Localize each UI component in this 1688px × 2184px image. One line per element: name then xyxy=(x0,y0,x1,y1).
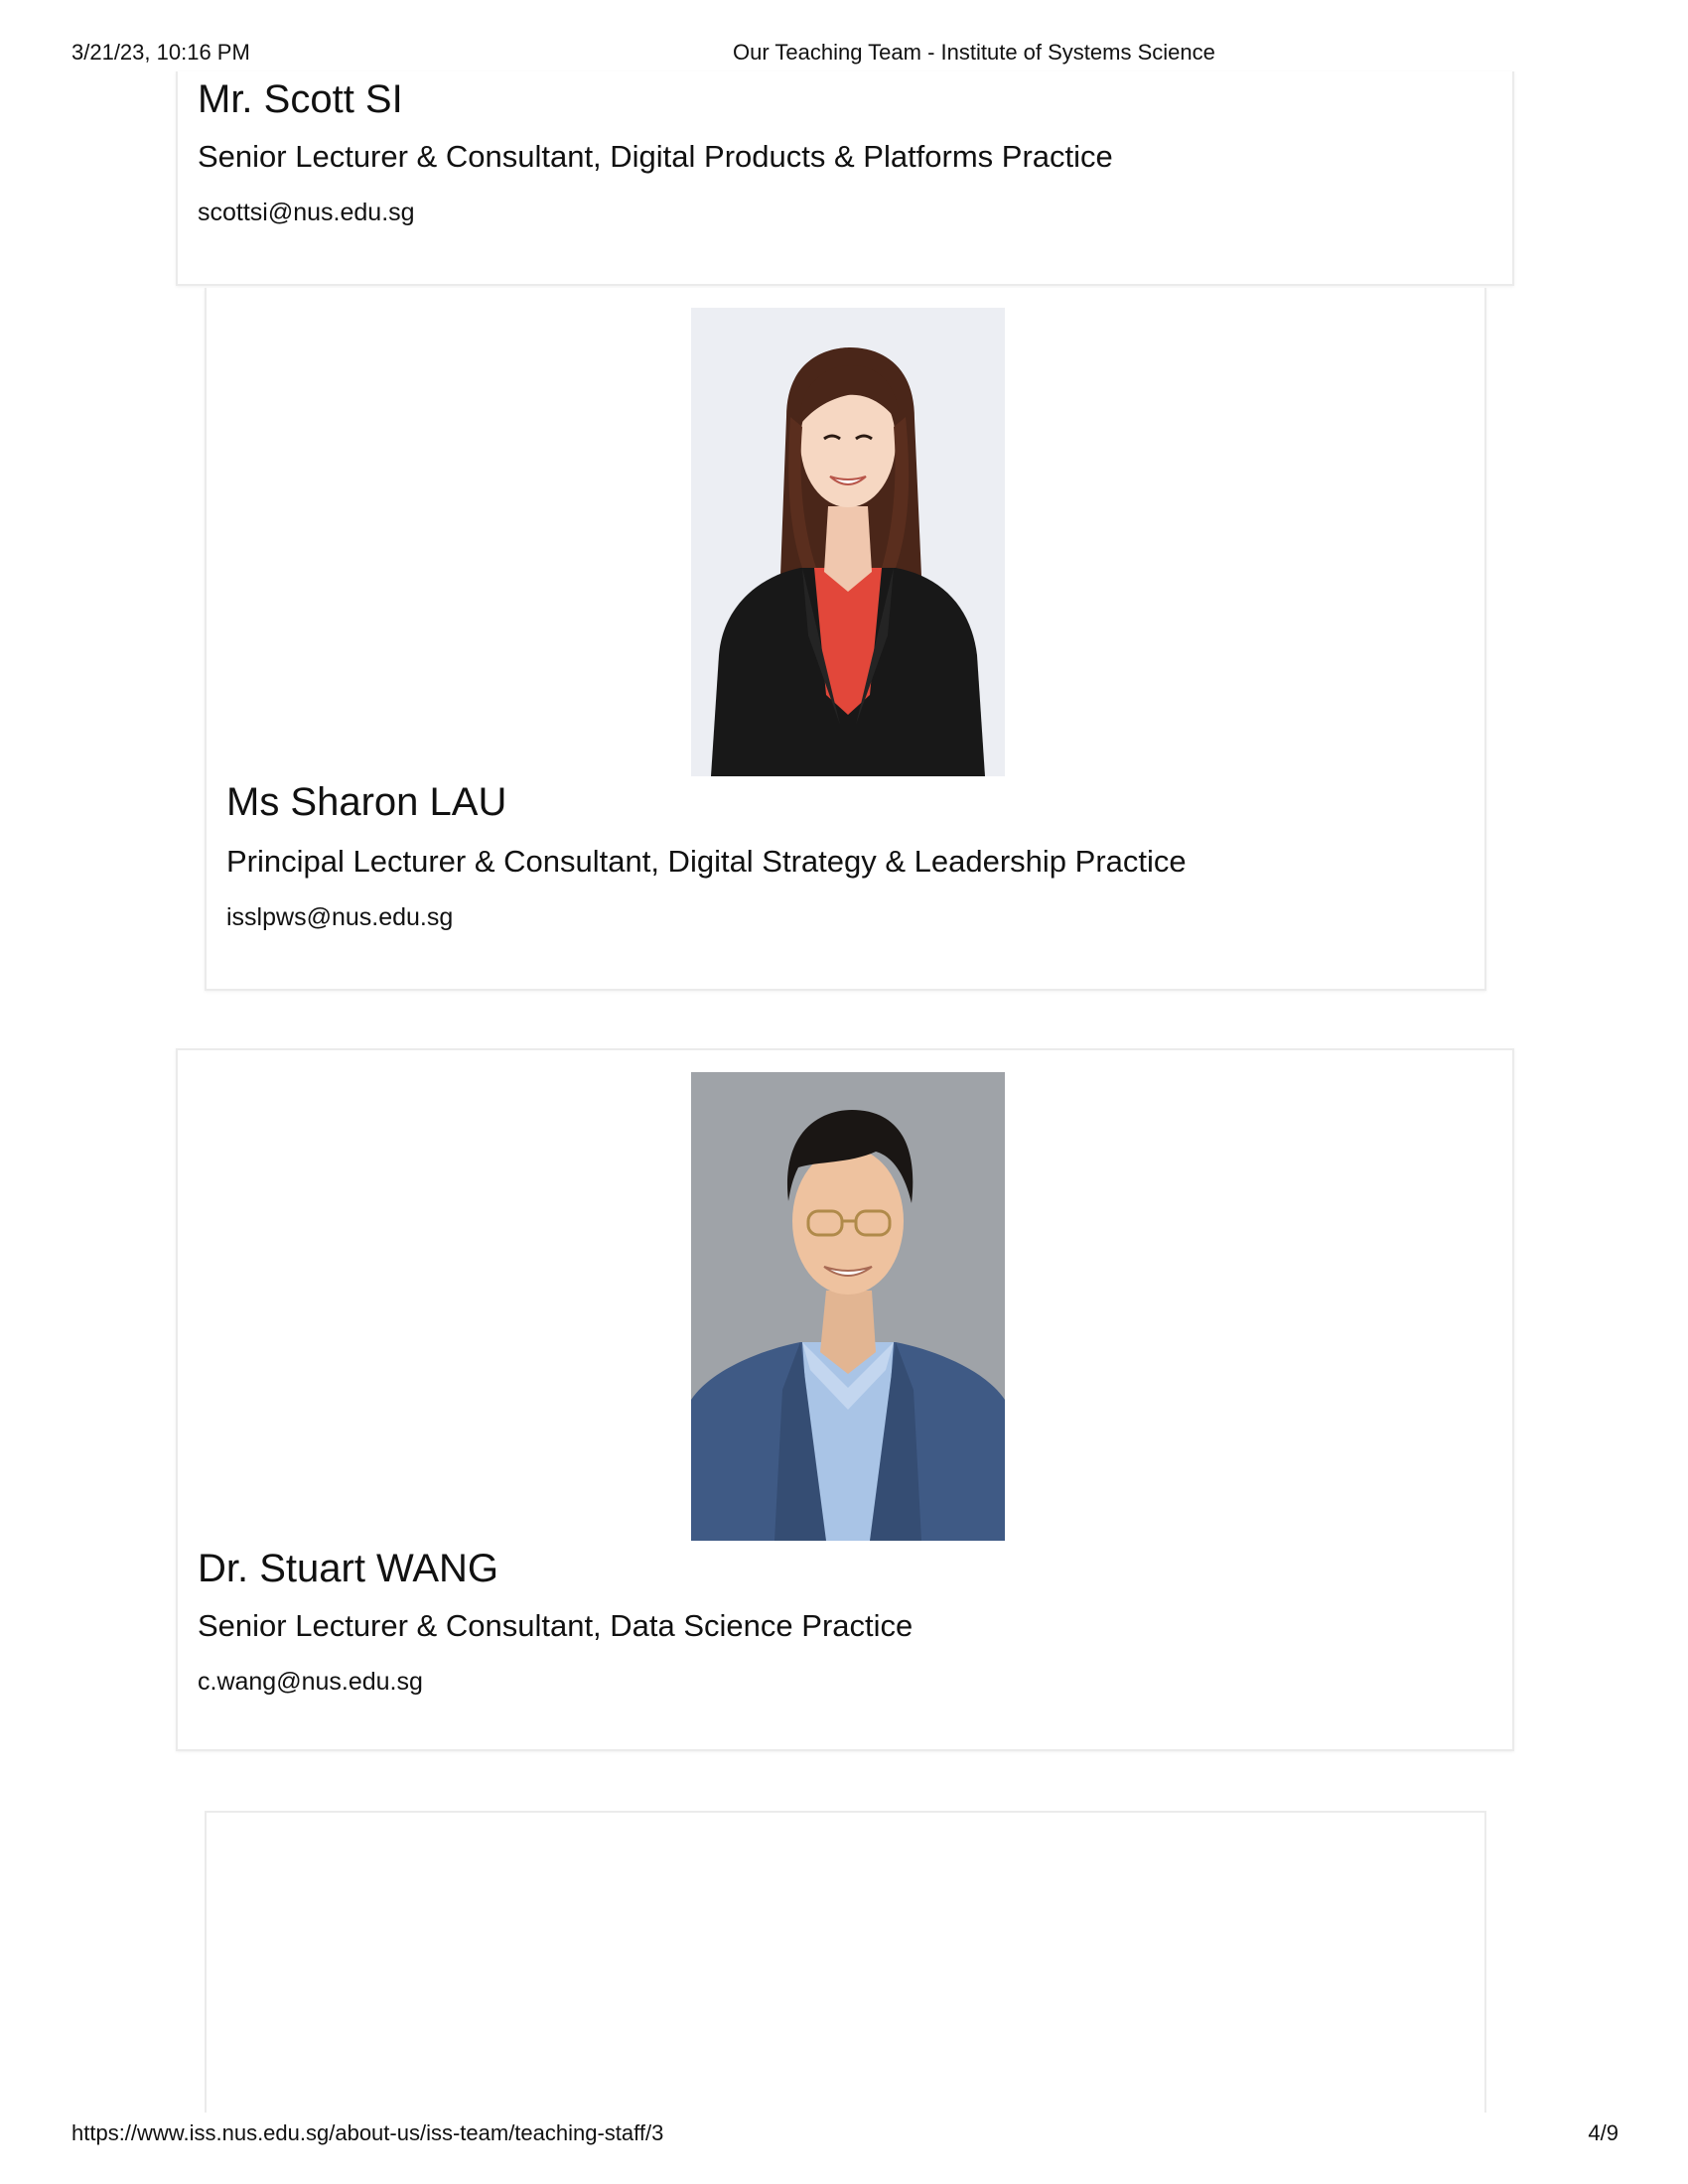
staff-role: Senior Lecturer & Consultant, Data Scien… xyxy=(198,1608,914,1643)
staff-photo-portrait xyxy=(691,1072,1005,1541)
staff-card: Mr. Scott SI Senior Lecturer & Consultan… xyxy=(176,71,1514,286)
staff-email-link[interactable]: isslpws@nus.edu.sg xyxy=(226,903,453,932)
staff-email-link[interactable]: scottsi@nus.edu.sg xyxy=(198,199,415,227)
print-header: 3/21/23, 10:16 PM Our Teaching Team - In… xyxy=(0,40,1688,69)
print-url: https://www.iss.nus.edu.sg/about-us/iss-… xyxy=(71,2120,664,2145)
staff-photo xyxy=(691,308,1005,776)
staff-name: Ms Sharon LAU xyxy=(226,780,507,824)
page-number: 4/9 xyxy=(1588,2120,1618,2145)
staff-card: Dr. Stuart WANG Senior Lecturer & Consul… xyxy=(176,1048,1514,1751)
staff-photo-portrait xyxy=(691,308,1005,776)
staff-email-link[interactable]: c.wang@nus.edu.sg xyxy=(198,1668,423,1697)
print-footer: https://www.iss.nus.edu.sg/about-us/iss-… xyxy=(0,2120,1688,2150)
staff-name: Dr. Stuart WANG xyxy=(198,1547,499,1590)
staff-role: Senior Lecturer & Consultant, Digital Pr… xyxy=(198,139,1113,174)
staff-name: Mr. Scott SI xyxy=(198,77,403,121)
staff-role: Principal Lecturer & Consultant, Digital… xyxy=(226,844,1187,879)
staff-card-partial xyxy=(205,1811,1486,2113)
print-page-title: Our Teaching Team - Institute of Systems… xyxy=(733,40,1215,65)
staff-card: Ms Sharon LAU Principal Lecturer & Consu… xyxy=(205,288,1486,991)
staff-photo xyxy=(691,1072,1005,1541)
print-datetime: 3/21/23, 10:16 PM xyxy=(71,40,250,65)
